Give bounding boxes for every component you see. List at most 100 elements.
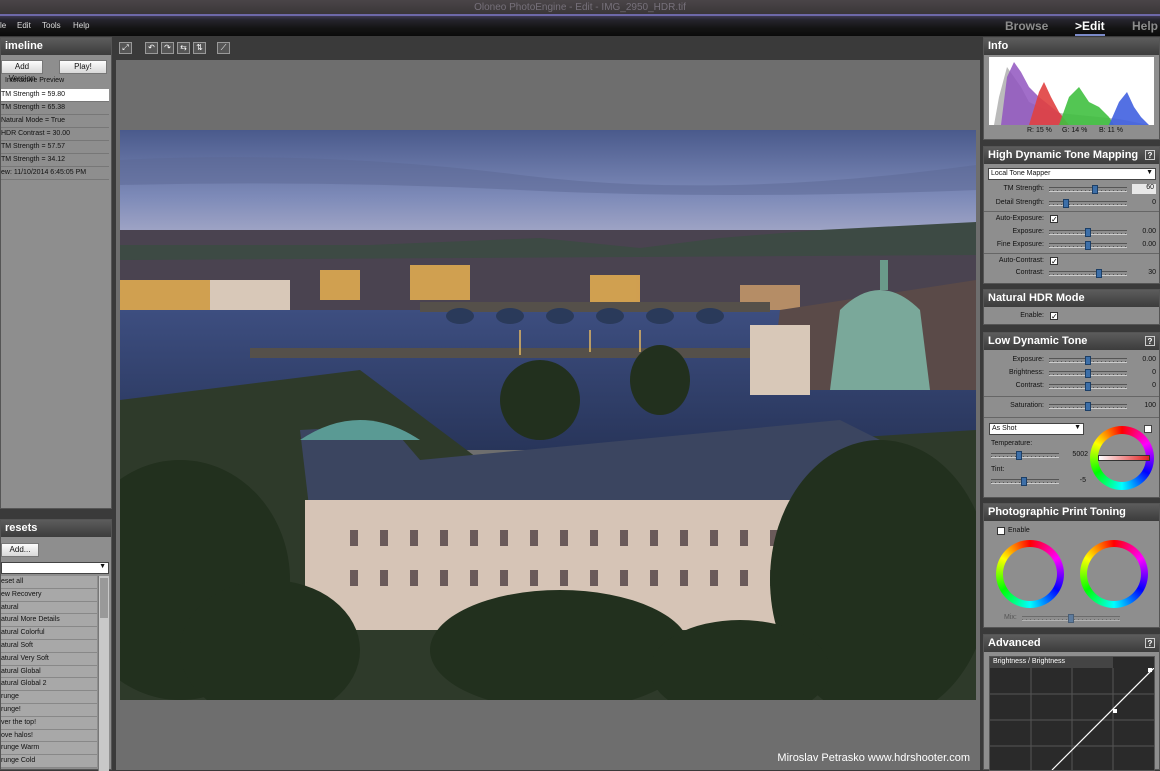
temperature-value: 5002 [1072,451,1088,458]
wb-picker-handle[interactable] [1098,455,1150,461]
preset-category-select[interactable]: ▼ [1,562,109,574]
mode-browse-tab[interactable]: Browse [1005,19,1048,33]
add-preset-button[interactable]: Add... [1,543,39,557]
white-balance-select[interactable]: As Shot ▼ [989,423,1084,435]
slider-knob[interactable] [1085,356,1091,365]
divider [984,253,1159,254]
toning-enable-label: Enable [1008,527,1030,534]
help-icon[interactable]: ? [1145,336,1155,346]
natural-enable-checkbox[interactable]: ✓ [1050,312,1058,321]
toning-enable-checkbox[interactable] [997,527,1005,535]
slider-knob[interactable] [1016,451,1022,460]
natural-hdr-title: Natural HDR Mode [984,290,1159,307]
slider-knob[interactable] [1085,228,1091,237]
timeline-entry[interactable]: Natural Mode = True [1,115,109,128]
temperature-slider[interactable] [991,451,1059,460]
preset-item[interactable]: ver the top! [1,716,97,730]
curve-point[interactable] [1148,668,1152,672]
add-version-button[interactable]: Add Version [1,60,43,83]
preset-item[interactable]: eset all [1,576,97,589]
preset-item[interactable]: ew Recovery [1,588,97,602]
menu-help[interactable]: Help [73,21,89,30]
tm-strength-slider[interactable] [1049,185,1127,194]
rotate-left-icon[interactable]: ↶ [145,42,158,54]
histogram [989,57,1154,125]
timeline-entry[interactable]: TM Strength = 59.80 [1,89,109,102]
tm-strength-value[interactable]: 60 [1132,184,1156,194]
mode-edit-tab[interactable]: >Edit [1075,19,1105,36]
preset-item[interactable]: runge Cold [1,755,97,768]
preset-item[interactable]: atural Colorful [1,627,97,640]
help-icon[interactable]: ? [1145,150,1155,160]
preset-item[interactable]: atural [1,601,97,615]
menu-file[interactable]: le [0,21,6,30]
ldt-saturation-slider[interactable] [1049,402,1127,411]
slider-knob[interactable] [1092,185,1098,194]
preset-item[interactable]: ove halos! [1,729,97,743]
chevron-down-icon: ▼ [1146,169,1153,176]
ldt-brightness-slider[interactable] [1049,369,1127,378]
shadows-toning-wheel[interactable] [996,540,1064,608]
detail-strength-label: Detail Strength: [995,199,1044,206]
highlights-toning-wheel[interactable] [1080,540,1148,608]
menu-edit[interactable]: Edit [17,21,31,30]
detail-strength-slider[interactable] [1049,199,1127,208]
tint-value: -5 [1079,477,1086,484]
timeline-entry[interactable]: TM Strength = 57.57 [1,141,109,154]
color-swatch[interactable] [1144,425,1152,433]
flip-horizontal-icon[interactable]: ⇆ [177,42,190,54]
preset-scrollbar[interactable] [98,576,109,771]
white-balance-color-wheel[interactable] [1090,426,1154,490]
fit-view-icon[interactable]: ⤢ [119,42,132,54]
timeline-entry[interactable]: HDR Contrast = 30.00 [1,128,109,141]
menu-tools[interactable]: Tools [42,21,61,30]
curve-editor[interactable]: Brightness / Brightness [989,656,1155,771]
preset-item[interactable]: atural Very Soft [1,652,97,666]
preset-item[interactable]: atural Global [1,665,97,679]
preset-item[interactable]: atural More Details [1,614,97,628]
photo-preview[interactable] [120,130,976,700]
flip-vertical-icon[interactable]: ⇅ [193,42,206,54]
low-dynamic-tone-panel: Low Dynamic Tone ? Exposure: 0.00 Bright… [983,332,1160,498]
preset-item[interactable]: runge [1,691,97,704]
slider-knob[interactable] [1063,199,1069,208]
toning-mix-slider[interactable] [1022,614,1120,623]
slider-knob[interactable] [1068,614,1074,623]
auto-contrast-checkbox[interactable]: ✓ [1050,257,1058,266]
play-button[interactable]: Play! [59,60,107,74]
mode-help-tab[interactable]: Help [1132,19,1158,33]
auto-exposure-label: Auto-Exposure: [995,215,1044,222]
ldt-contrast-slider[interactable] [1049,382,1127,391]
timeline-entry[interactable]: ew: 11/10/2014 6:45:05 PM [1,167,109,180]
tint-slider[interactable] [991,477,1059,486]
help-icon[interactable]: ? [1145,638,1155,648]
tone-mapper-select[interactable]: Local Tone Mapper ▼ [988,168,1156,180]
scrollbar-thumb[interactable] [100,578,108,618]
crop-tool-icon[interactable]: ⟋ [217,42,230,54]
curve-point[interactable] [1113,709,1117,713]
curve-graph[interactable] [990,668,1154,770]
temperature-label: Temperature: [991,440,1033,447]
slider-knob[interactable] [1085,382,1091,391]
preset-item[interactable]: atural Global 2 [1,678,97,692]
menu-bar: le Edit Tools Help Browse >Edit Help [0,14,1160,36]
slider-knob[interactable] [1021,477,1027,486]
auto-exposure-checkbox[interactable]: ✓ [1050,215,1058,224]
fine-exposure-slider[interactable] [1049,241,1127,250]
preset-item[interactable]: runge Warm [1,742,97,756]
ldt-exposure-slider[interactable] [1049,356,1127,365]
timeline-entry[interactable]: TM Strength = 34.12 [1,154,109,167]
ldt-exposure-value: 0.00 [1142,356,1156,363]
exposure-slider[interactable] [1049,228,1127,237]
tone-mapper-value: Local Tone Mapper [991,170,1051,177]
preset-item[interactable]: atural Soft [1,640,97,653]
timeline-entry[interactable]: TM Strength = 65.38 [1,102,109,115]
preset-item[interactable]: runge! [1,704,97,717]
slider-knob[interactable] [1096,269,1102,278]
slider-knob[interactable] [1085,369,1091,378]
contrast-slider[interactable] [1049,269,1127,278]
slider-knob[interactable] [1085,241,1091,250]
histogram-g: G: 14 % [1062,127,1088,134]
rotate-right-icon[interactable]: ↷ [161,42,174,54]
slider-knob[interactable] [1085,402,1091,411]
